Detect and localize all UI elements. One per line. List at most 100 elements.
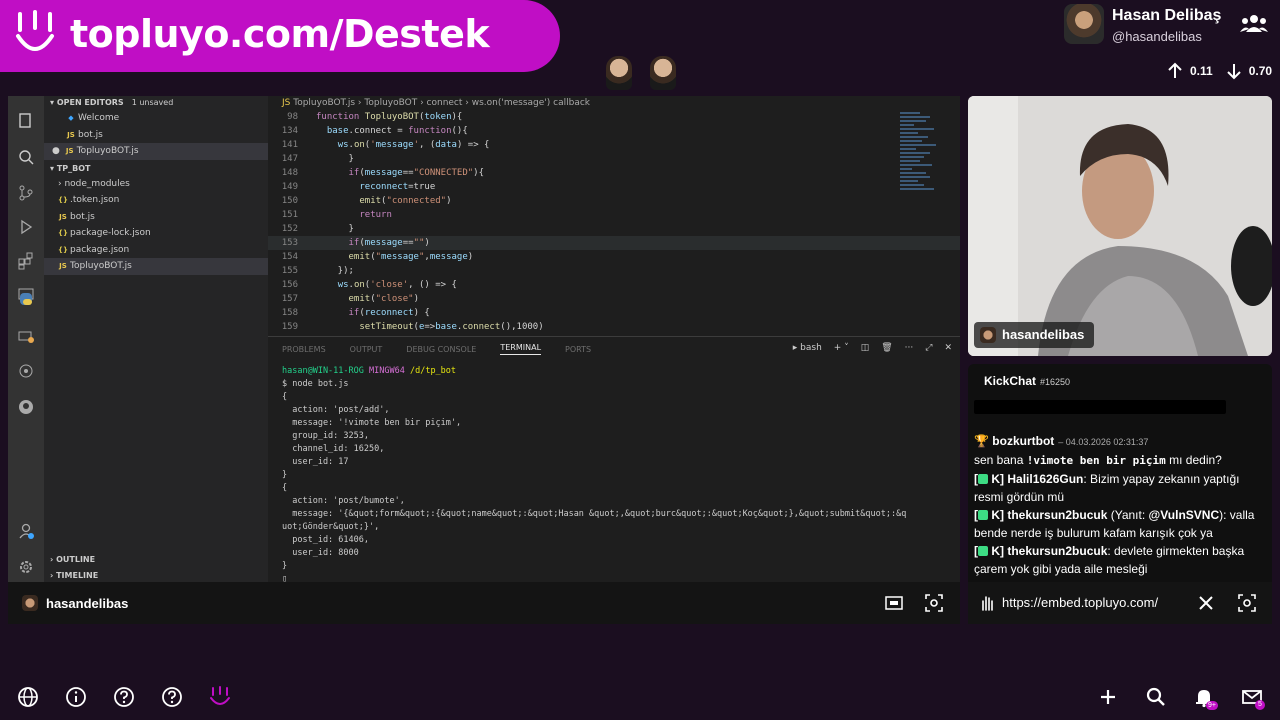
terminal-output[interactable]: hasan@WIN-11-ROG MINGW64 /d/tp_bot $ nod… bbox=[268, 361, 960, 582]
chat-username[interactable]: bozkurtbot bbox=[992, 434, 1054, 448]
code-line[interactable]: 148 if(message=="CONNECTED"){ bbox=[268, 166, 960, 180]
chat-username[interactable]: thekursun2bucuk bbox=[1007, 544, 1107, 558]
help-icon[interactable] bbox=[113, 686, 135, 708]
line-number: 156 bbox=[281, 280, 298, 290]
mail-badge: 5 bbox=[1255, 700, 1265, 710]
chat-messages[interactable]: 🏆 bozkurtbot – 04.03.2026 02:31:37 sen ba… bbox=[974, 432, 1266, 578]
webcam-video[interactable]: hasandelibas bbox=[968, 96, 1272, 356]
github-icon[interactable] bbox=[17, 398, 35, 416]
arrow-down-icon[interactable] bbox=[1225, 62, 1243, 80]
topluyo-logo-icon[interactable] bbox=[209, 686, 231, 708]
tab-ports[interactable]: PORTS bbox=[565, 345, 591, 354]
code-line[interactable]: 158 if(reconnect) { bbox=[268, 306, 960, 320]
outline-header[interactable]: › OUTLINE bbox=[44, 552, 268, 568]
account-icon[interactable] bbox=[17, 522, 35, 540]
breadcrumb-item[interactable]: TopluyoBOT.js bbox=[293, 98, 355, 108]
chat-username[interactable]: Halil1626Gun bbox=[1007, 472, 1083, 486]
line-number: 134 bbox=[281, 126, 298, 136]
code-line[interactable]: 156 ws.on('close', () => { bbox=[268, 278, 960, 292]
file-item[interactable]: {} .token.json bbox=[44, 192, 268, 209]
users-icon[interactable] bbox=[1240, 12, 1268, 36]
tab-output[interactable]: OUTPUT bbox=[350, 345, 383, 354]
open-editor-item[interactable]: JS bot.js bbox=[44, 127, 268, 144]
source-control-icon[interactable] bbox=[17, 184, 35, 202]
fullscreen-icon[interactable] bbox=[925, 594, 943, 612]
explorer-sidebar: ▾ OPEN EDITORS 1 unsaved ◆ Welcome JS bot.j… bbox=[44, 96, 268, 582]
open-editors-header[interactable]: ▾ OPEN EDITORS 1 unsaved bbox=[44, 96, 268, 110]
code-line[interactable]: 134 base.connect = function(){ bbox=[268, 124, 960, 138]
project-label: TP_BOT bbox=[56, 163, 91, 173]
chat-message: [ K] thekursun2bucuk (Yanıt: @VulnSVNC):… bbox=[974, 506, 1266, 542]
notification-badge: 9+ bbox=[1206, 701, 1218, 710]
split-terminal-icon[interactable]: ◫ bbox=[861, 343, 870, 353]
maximize-icon[interactable]: ⤢ bbox=[925, 343, 932, 353]
profile-card[interactable]: Hasan Delibaş @hasandelibas bbox=[1064, 4, 1274, 52]
settings-gear-icon[interactable] bbox=[17, 558, 35, 576]
terminal-command: $ node bot.js bbox=[282, 379, 349, 389]
code-line[interactable]: 147 } bbox=[268, 152, 960, 166]
close-icon[interactable]: ✕ bbox=[944, 343, 952, 353]
line-number: 98 bbox=[287, 112, 298, 122]
code-line[interactable]: 153 if(message=="") bbox=[268, 236, 960, 250]
code-line[interactable]: 151 return bbox=[268, 208, 960, 222]
breadcrumb-item[interactable]: TopluyoBOT bbox=[364, 98, 417, 108]
tab-debug-console[interactable]: DEBUG CONSOLE bbox=[406, 345, 476, 354]
folder-item[interactable]: › node_modules bbox=[44, 176, 268, 193]
more-icon[interactable]: ··· bbox=[905, 343, 914, 353]
file-label: TopluyoBOT.js bbox=[70, 261, 132, 271]
close-icon[interactable] bbox=[1197, 594, 1215, 612]
code-editor[interactable]: JS TopluyoBOT.js › TopluyoBOT › connect … bbox=[268, 96, 960, 336]
code-line[interactable]: 157 emit("close") bbox=[268, 292, 960, 306]
code-line[interactable]: 98 function TopluyoBOT(token){ bbox=[268, 110, 960, 124]
explorer-icon[interactable] bbox=[17, 112, 35, 130]
terminal-shell-selector[interactable]: ▸ bash bbox=[793, 343, 822, 353]
support-banner[interactable]: topluyo.com/Destek bbox=[0, 0, 560, 72]
avatar[interactable] bbox=[1064, 4, 1104, 44]
run-debug-icon[interactable] bbox=[17, 218, 35, 236]
picture-in-picture-icon[interactable] bbox=[885, 594, 903, 612]
tab-problems[interactable]: PROBLEMS bbox=[282, 345, 326, 354]
code-line[interactable]: 141 ws.on('message', (data) => { bbox=[268, 138, 960, 152]
chat-username[interactable]: thekursun2bucuk bbox=[1007, 508, 1107, 522]
code-line[interactable]: 159 setTimeout(e=>base.connect(),1000) bbox=[268, 320, 960, 334]
minimap[interactable] bbox=[900, 110, 940, 290]
file-item[interactable]: JS TopluyoBOT.js bbox=[44, 258, 268, 275]
open-editor-item[interactable]: ● JS TopluyoBOT.js bbox=[44, 143, 268, 160]
globe-icon[interactable] bbox=[17, 686, 39, 708]
code-line[interactable]: 149 reconnect=true bbox=[268, 180, 960, 194]
open-editor-item[interactable]: ◆ Welcome bbox=[44, 110, 268, 127]
code-line[interactable]: 155 }); bbox=[268, 264, 960, 278]
search-icon[interactable] bbox=[1145, 686, 1167, 708]
code-line[interactable]: 152 } bbox=[268, 222, 960, 236]
kick-badge-icon bbox=[978, 474, 988, 484]
js-file-icon: JS bbox=[59, 262, 67, 270]
gitlens-icon[interactable] bbox=[17, 362, 35, 380]
file-item[interactable]: {} package.json bbox=[44, 242, 268, 259]
code-line[interactable]: 150 emit("connected") bbox=[268, 194, 960, 208]
embed-url[interactable]: https://embed.topluyo.com/ bbox=[1002, 595, 1158, 610]
help-circle-icon[interactable] bbox=[161, 686, 183, 708]
tab-terminal[interactable]: TERMINAL bbox=[500, 343, 542, 355]
plus-icon[interactable] bbox=[1097, 686, 1119, 708]
arrow-up-icon[interactable] bbox=[1166, 62, 1184, 80]
file-item[interactable]: {} package-lock.json bbox=[44, 225, 268, 242]
fullscreen-icon[interactable] bbox=[1238, 594, 1256, 612]
code-text: emit("connected") bbox=[359, 196, 452, 206]
terminal-line: } bbox=[282, 561, 288, 571]
json-file-icon: {} bbox=[58, 245, 68, 254]
chat-reply-user[interactable]: @VulnSVNC bbox=[1149, 508, 1220, 522]
breadcrumb-item[interactable]: ws.on('message') callback bbox=[472, 98, 590, 108]
search-icon[interactable] bbox=[17, 148, 35, 166]
file-item[interactable]: JS bot.js bbox=[44, 209, 268, 226]
project-header[interactable]: ▾ TP_BOT bbox=[44, 162, 268, 176]
chat-header: KickChat #16250 bbox=[984, 374, 1070, 388]
extensions-icon[interactable] bbox=[17, 252, 35, 270]
new-terminal-icon[interactable]: + ˅ bbox=[834, 343, 849, 353]
python-icon[interactable] bbox=[17, 290, 35, 308]
docker-icon[interactable] bbox=[17, 326, 35, 344]
timeline-header[interactable]: › TIMELINE bbox=[44, 568, 268, 582]
breadcrumb-item[interactable]: connect bbox=[427, 98, 463, 108]
info-icon[interactable] bbox=[65, 686, 87, 708]
code-line[interactable]: 154 emit("message",message) bbox=[268, 250, 960, 264]
trash-icon[interactable]: 🗑 bbox=[881, 343, 892, 353]
